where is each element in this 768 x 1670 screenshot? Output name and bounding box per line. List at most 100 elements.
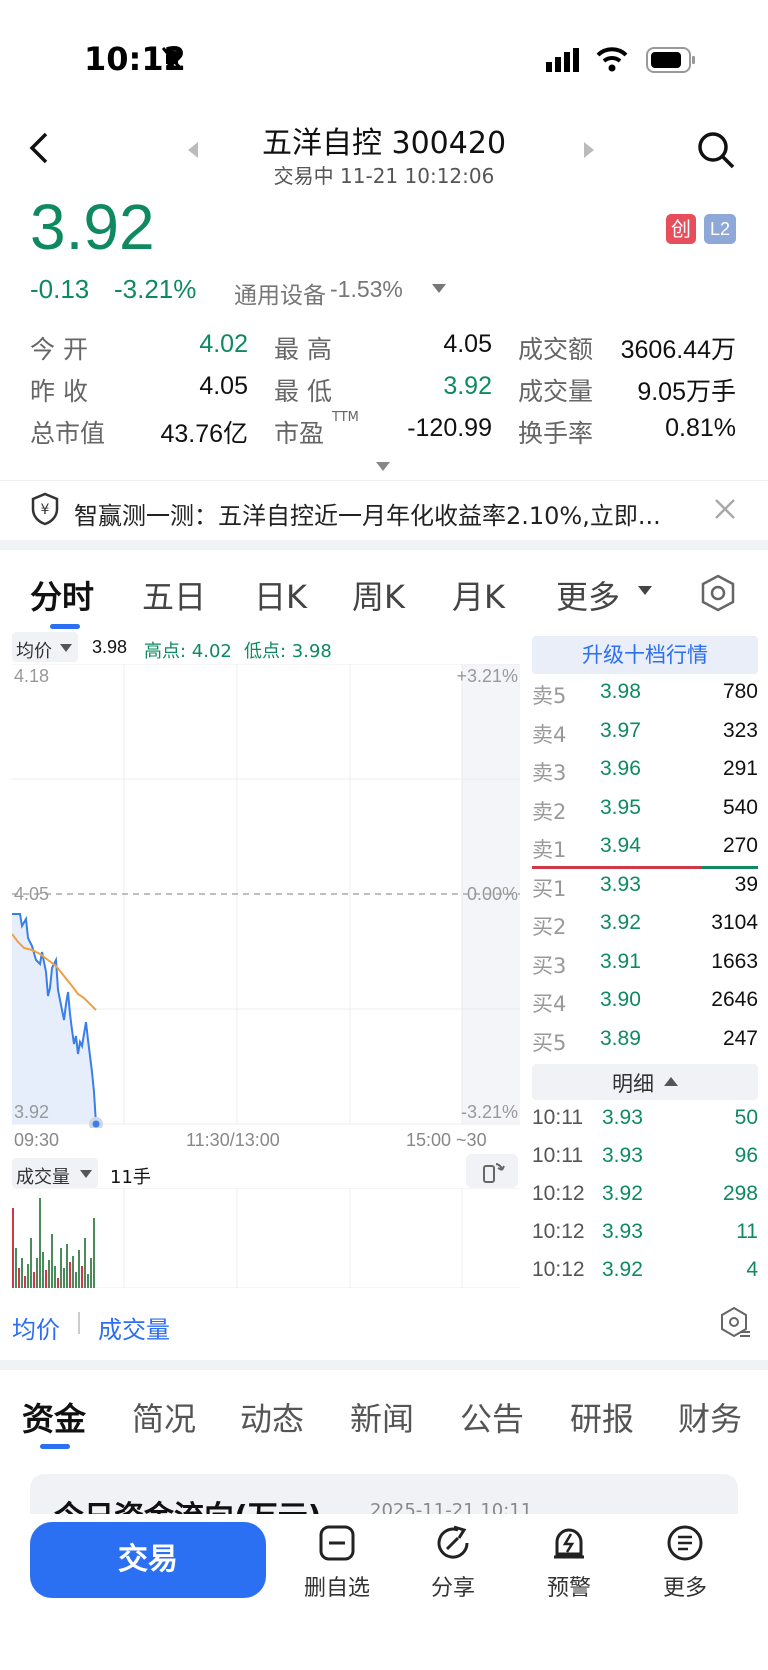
chart-tab[interactable]: 分时 <box>30 572 94 618</box>
fund-flow-card[interactable]: 今日资金流向(万元) 2025-11-21 10:11 <box>30 1474 738 1514</box>
order-book-row: 卖4 3.97 323 <box>532 713 758 751</box>
signal-icon <box>546 48 579 72</box>
detail-price: 3.93 <box>602 1144 643 1167</box>
low-point: 低点: 3.98 <box>244 641 332 662</box>
svg-text:4.18: 4.18 <box>14 666 49 686</box>
order-level-label: 卖5 <box>532 684 567 708</box>
alert-bolt-icon <box>554 1528 584 1559</box>
feature-tab[interactable]: 公告 <box>460 1394 524 1440</box>
stat-label: 昨 收 <box>30 377 88 406</box>
intraday-chart[interactable]: 4.18 4.05 3.92 +3.21% 0.00% -3.21% <box>12 664 520 1128</box>
share-button[interactable]: 分享 <box>408 1524 498 1602</box>
stat-label: 成交量 <box>518 377 594 406</box>
indicator-settings-icon[interactable] <box>720 1306 752 1340</box>
order-book-row: 卖2 3.95 540 <box>532 790 758 828</box>
stat-label: 最 低 <box>274 377 332 406</box>
feature-tab[interactable]: 简况 <box>132 1394 196 1440</box>
order-volume: 247 <box>722 1026 758 1050</box>
order-volume: 2646 <box>711 988 758 1011</box>
order-price: 3.97 <box>600 718 641 742</box>
order-level-label: 卖2 <box>532 799 567 824</box>
order-volume: 270 <box>722 834 758 857</box>
fund-flow-title: 今日资金流向(万元) <box>54 1492 321 1514</box>
order-book-row: 买3 3.91 1663 <box>532 944 758 982</box>
detail-time: 10:11 <box>532 1106 583 1129</box>
bell-muted-icon <box>161 47 183 70</box>
sector-pct[interactable]: -1.53% <box>330 276 403 303</box>
trade-button[interactable]: 交易 <box>30 1522 266 1598</box>
share-icon <box>437 1525 469 1559</box>
svg-text:3.92: 3.92 <box>14 1102 49 1122</box>
chart-tab[interactable]: 月K <box>452 572 505 618</box>
high-point: 高点: 4.02 <box>144 641 232 662</box>
divider <box>0 480 768 481</box>
avg-value: 3.98 <box>92 637 128 657</box>
sector-name[interactable]: 通用设备 <box>234 276 326 310</box>
feature-tab[interactable]: 研报 <box>570 1394 634 1440</box>
order-volume: 3104 <box>711 911 758 934</box>
order-level-label: 买3 <box>532 953 567 978</box>
order-price: 3.98 <box>600 680 641 703</box>
indicator-volume-tab[interactable]: 成交量 <box>98 1310 170 1345</box>
feature-tab[interactable]: 动态 <box>240 1394 304 1440</box>
chart-tab[interactable]: 周K <box>352 572 405 618</box>
chart-tab[interactable]: 五日 <box>142 572 206 618</box>
order-price: 3.91 <box>600 949 641 973</box>
sector-dropdown-icon[interactable] <box>432 284 446 294</box>
stat-value: 43.76亿 <box>160 420 248 448</box>
order-volume: 1663 <box>711 949 758 973</box>
volume-dropdown-icon[interactable] <box>80 1170 92 1178</box>
indicator-separator <box>78 1312 80 1334</box>
section-divider-2 <box>0 1360 768 1370</box>
expand-stats-icon[interactable] <box>376 462 390 472</box>
detail-time: 10:12 <box>532 1258 585 1281</box>
order-level-label: 卖1 <box>532 838 567 862</box>
more-dropdown-icon[interactable] <box>638 586 652 596</box>
stock-title: 五洋自控 300420 <box>261 126 507 161</box>
order-level-label: 卖3 <box>532 761 567 785</box>
chart-tab[interactable]: 更多 <box>556 572 620 618</box>
stat-value: 4.05 <box>443 330 492 358</box>
detail-row: 10:11 3.93 96 <box>532 1138 758 1176</box>
feature-tab[interactable]: 资金 <box>22 1394 86 1440</box>
chart-settings-icon[interactable] <box>700 574 736 612</box>
stat-label: 成交额 <box>518 335 594 364</box>
order-volume: 540 <box>722 795 758 819</box>
chart-tab[interactable]: 日K <box>254 572 307 618</box>
promo-banner-text[interactable]: 智赢测一测：五洋自控近一月年化收益率2.10%,立即... <box>74 496 684 531</box>
stat-value: 4.05 <box>199 372 248 400</box>
search-icon[interactable] <box>696 130 736 170</box>
chuang-badge: 创 <box>666 214 696 244</box>
stat-value: 0.81% <box>665 414 736 442</box>
indicator-avg-tab[interactable]: 均价 <box>12 1310 60 1345</box>
order-book-row: 买4 3.90 2646 <box>532 982 758 1020</box>
l2-badge[interactable]: L2 <box>704 214 736 244</box>
close-icon[interactable] <box>714 498 736 520</box>
volume-chart[interactable] <box>12 1188 520 1288</box>
current-price: 3.92 <box>30 191 155 263</box>
order-volume: 780 <box>722 680 758 703</box>
detail-collapse-icon[interactable] <box>664 1077 678 1087</box>
remove-square-icon <box>319 1525 355 1561</box>
svg-text:+3.21%: +3.21% <box>456 666 518 686</box>
upgrade-level10-button[interactable]: 升级十档行情 <box>532 636 758 674</box>
more-button[interactable]: 更多 <box>640 1524 730 1602</box>
more-label: 更多 <box>662 1576 707 1601</box>
alert-button[interactable]: 预警 <box>524 1524 614 1602</box>
battery-icon <box>646 47 695 73</box>
order-price: 3.93 <box>600 872 641 896</box>
order-price: 3.90 <box>600 988 641 1011</box>
detail-time: 10:12 <box>532 1220 585 1243</box>
avg-dropdown-icon[interactable] <box>60 644 72 652</box>
feature-tab[interactable]: 财务 <box>678 1394 742 1440</box>
tab-indicator <box>50 624 80 629</box>
order-price: 3.95 <box>600 795 641 819</box>
detail-price: 3.93 <box>602 1106 643 1129</box>
order-price: 3.92 <box>600 911 641 934</box>
detail-volume: 298 <box>722 1182 758 1205</box>
order-volume: 39 <box>734 872 758 896</box>
order-level-label: 买4 <box>532 992 567 1016</box>
feature-tab[interactable]: 新闻 <box>350 1394 414 1440</box>
price-change: -0.13 <box>30 274 90 304</box>
remove-watchlist-button[interactable]: 删自选 <box>292 1524 382 1602</box>
